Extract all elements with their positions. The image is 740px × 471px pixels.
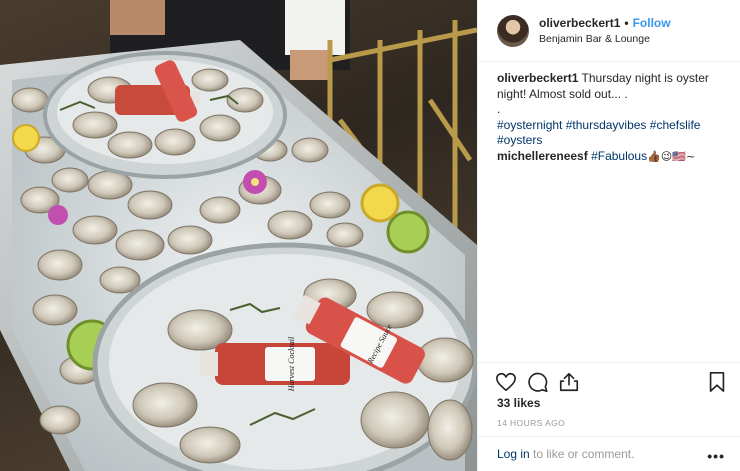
login-footer: Log in to like or comment. ••• (478, 436, 740, 471)
instagram-post: Harvest Cocktail Recipe Sauce oliverbeck… (0, 0, 740, 471)
login-prompt-text: to like or comment. (529, 447, 635, 461)
share-icon[interactable] (558, 371, 580, 393)
post-header: oliverbeckert1 • Follow Benjamin Bar & L… (478, 0, 740, 62)
sauce-bottle-1 (200, 343, 350, 385)
caption-dot-line: . (497, 102, 501, 116)
post-timestamp[interactable]: 14 HOURS AGO (497, 418, 565, 428)
comment-hashtag[interactable]: #Fabulous (591, 149, 647, 163)
heart-icon[interactable] (495, 371, 517, 393)
post-sidebar: oliverbeckert1 • Follow Benjamin Bar & L… (477, 0, 740, 471)
hashtag-link[interactable]: #oysters (497, 133, 542, 147)
hashtag-link[interactable]: #thursdayvibes (566, 118, 647, 132)
comment-username[interactable]: michellereneesf (497, 149, 588, 163)
comment: michellereneesf #Fabulous👍🏾😉🇺🇸~ (497, 149, 727, 165)
header-row: oliverbeckert1 • Follow (539, 15, 671, 31)
comment-emojis: 👍🏾😉🇺🇸~ (647, 149, 696, 163)
comments-section: oliverbeckert1 Thursday night is oyster … (497, 71, 727, 164)
post-photo[interactable]: Harvest Cocktail Recipe Sauce (0, 0, 477, 471)
bookmark-icon[interactable] (706, 371, 728, 393)
header-text: oliverbeckert1 • Follow Benjamin Bar & L… (539, 15, 671, 47)
oyster-tray-illustration: Harvest Cocktail Recipe Sauce (0, 0, 477, 471)
caption-hashtags: #oysternight #thursdayvibes #chefslife #… (497, 118, 727, 149)
caption: oliverbeckert1 Thursday night is oyster … (497, 71, 727, 102)
location-link[interactable]: Benjamin Bar & Lounge (539, 31, 671, 47)
avatar[interactable] (497, 14, 529, 47)
author-username[interactable]: oliverbeckert1 (539, 15, 620, 31)
hashtag-link[interactable]: #oysternight (497, 118, 562, 132)
comment-icon[interactable] (527, 371, 549, 393)
follow-button[interactable]: Follow (633, 15, 671, 31)
bottle-label-1: Harvest Cocktail (287, 336, 296, 392)
login-link[interactable]: Log in (497, 447, 530, 461)
likes-count[interactable]: 33 likes (497, 396, 540, 410)
more-options-icon[interactable]: ••• (707, 448, 725, 464)
hashtag-link[interactable]: #chefslife (650, 118, 701, 132)
caption-username[interactable]: oliverbeckert1 (497, 71, 578, 85)
separator-dot: • (624, 15, 629, 30)
